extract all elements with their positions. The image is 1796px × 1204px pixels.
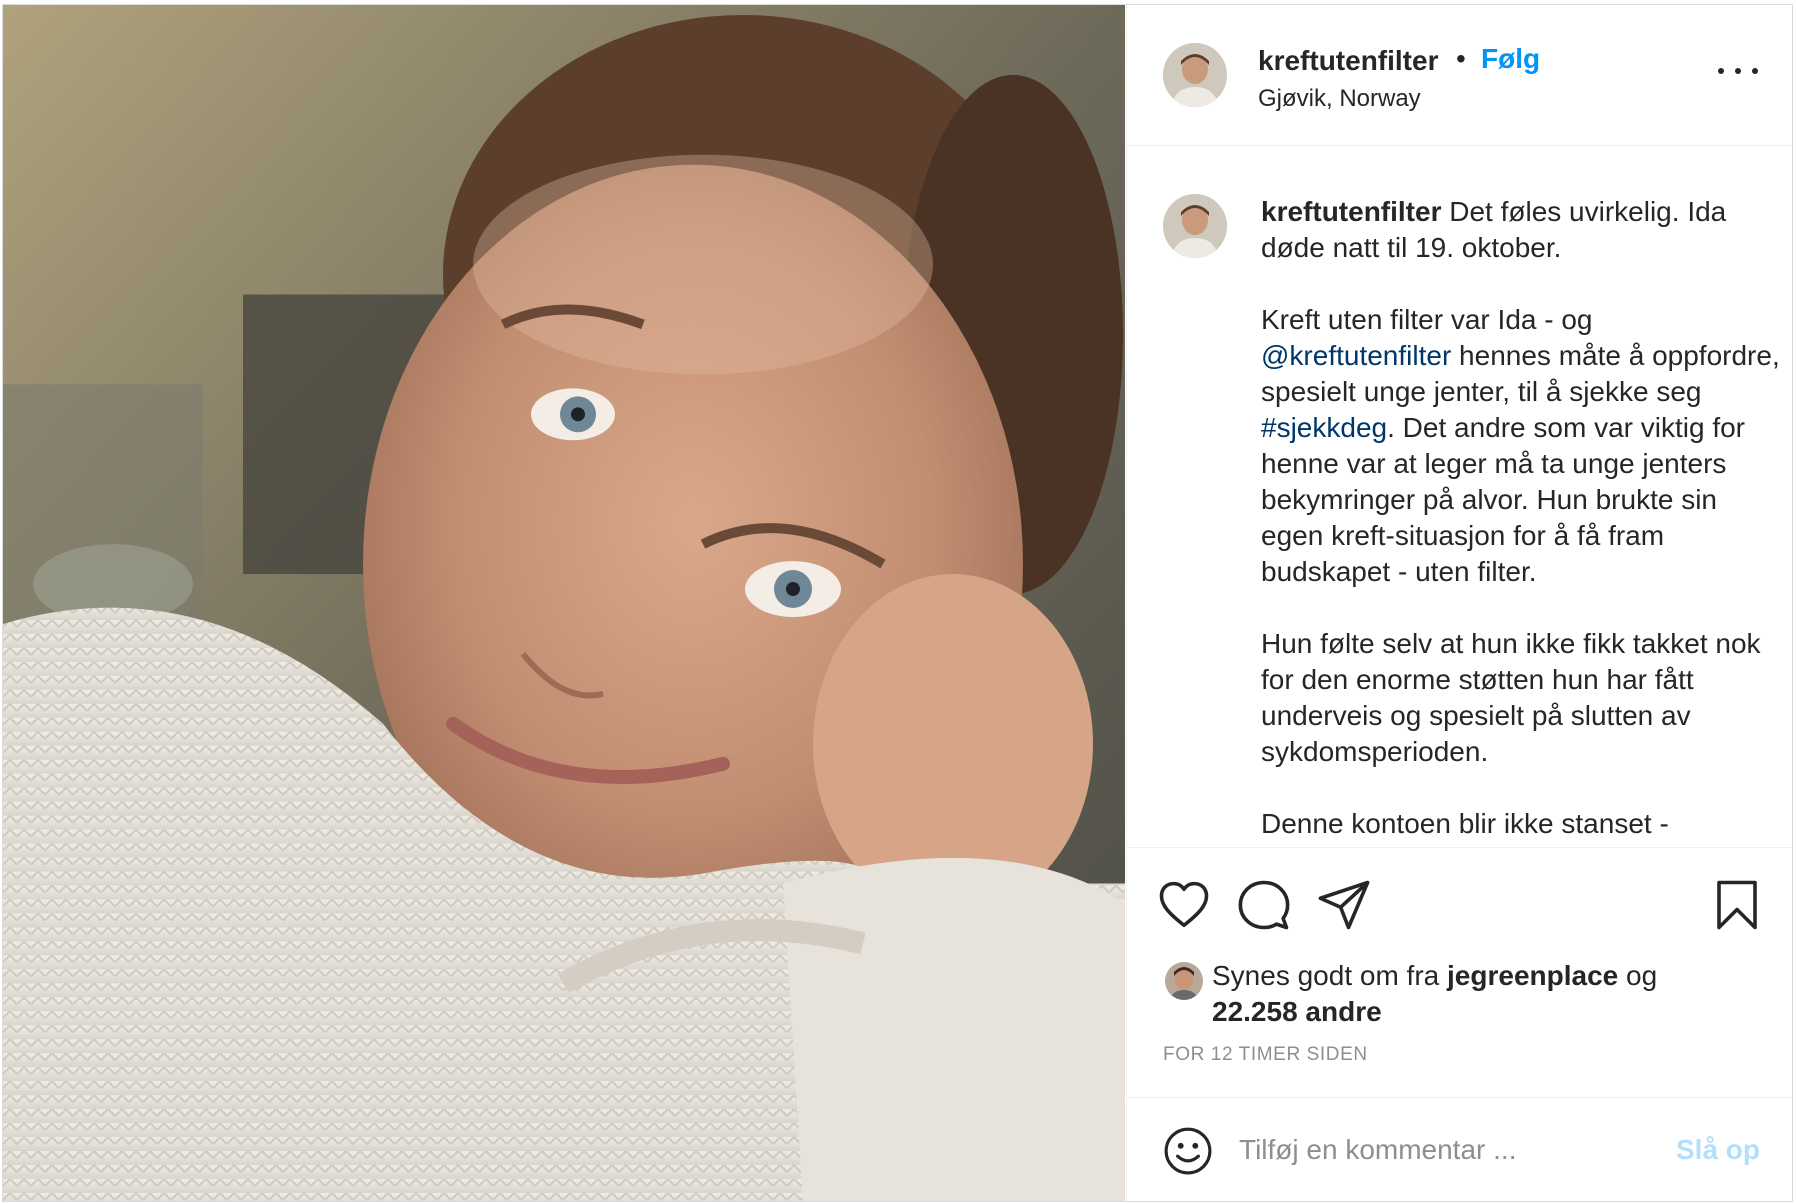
liker-username[interactable]: jegreenplace <box>1447 960 1618 991</box>
hashtag-link[interactable]: #sjekkdeg <box>1261 412 1387 443</box>
share-icon[interactable] <box>1317 878 1371 932</box>
author-username[interactable]: kreftutenfilter <box>1258 45 1438 77</box>
likes-prefix: Synes godt om fra <box>1212 960 1448 991</box>
post-header: kreftutenfilter • Følg Gjøvik, Norway <box>1127 5 1792 146</box>
liker-avatar[interactable] <box>1165 962 1203 1000</box>
portrait-photo-image <box>3 5 1125 1201</box>
bookmark-icon[interactable] <box>1710 878 1764 932</box>
caption-username[interactable]: kreftutenfilter <box>1261 196 1441 227</box>
likes-summary: Synes godt om fra jegreenplace og 22.258 … <box>1212 958 1732 1030</box>
instagram-post: kreftutenfilter • Følg Gjøvik, Norway kr… <box>2 4 1793 1202</box>
heart-icon[interactable] <box>1157 878 1211 932</box>
more-icon[interactable] <box>1718 59 1758 83</box>
add-comment-bar: Slå op <box>1127 1097 1792 1201</box>
mention-link[interactable]: @kreftutenfilter <box>1261 340 1451 371</box>
more-dot <box>1718 68 1724 74</box>
post-side-panel: kreftutenfilter • Følg Gjøvik, Norway kr… <box>1126 5 1792 1201</box>
caption-paragraph: Kreft uten filter var Ida - og @kreftute… <box>1261 302 1786 590</box>
post-caption: kreftutenfilter Det føles uvirkelig. Ida… <box>1261 194 1786 846</box>
caption-author-avatar[interactable] <box>1163 194 1227 258</box>
caption-paragraph: Hun følte selv at hun ikke fikk takket n… <box>1261 628 1761 767</box>
author-avatar[interactable] <box>1163 43 1227 107</box>
emoji-icon[interactable] <box>1163 1126 1213 1176</box>
post-comment-button[interactable]: Slå op <box>1676 1134 1760 1166</box>
more-dot <box>1752 68 1758 74</box>
post-location[interactable]: Gjøvik, Norway <box>1258 85 1421 113</box>
caption-text: Kreft uten filter var Ida - og <box>1261 304 1593 335</box>
comment-input[interactable] <box>1239 1120 1659 1180</box>
caption-paragraph: kreftutenfilter Det føles uvirkelig. Ida… <box>1261 194 1786 266</box>
separator-dot: • <box>1456 43 1466 74</box>
likes-middle: og <box>1618 960 1658 991</box>
comment-icon[interactable] <box>1237 878 1291 932</box>
post-timestamp[interactable]: FOR 12 TIMER SIDEN <box>1163 1044 1368 1066</box>
comments-area[interactable]: kreftutenfilter Det føles uvirkelig. Ida… <box>1127 146 1792 846</box>
post-photo[interactable] <box>3 5 1125 1201</box>
more-dot <box>1735 68 1741 74</box>
likes-count-link[interactable]: 22.258 andre <box>1212 996 1382 1027</box>
follow-button[interactable]: Følg <box>1481 43 1540 75</box>
caption-paragraph: Denne kontoen blir ikke stanset - <box>1261 808 1669 839</box>
